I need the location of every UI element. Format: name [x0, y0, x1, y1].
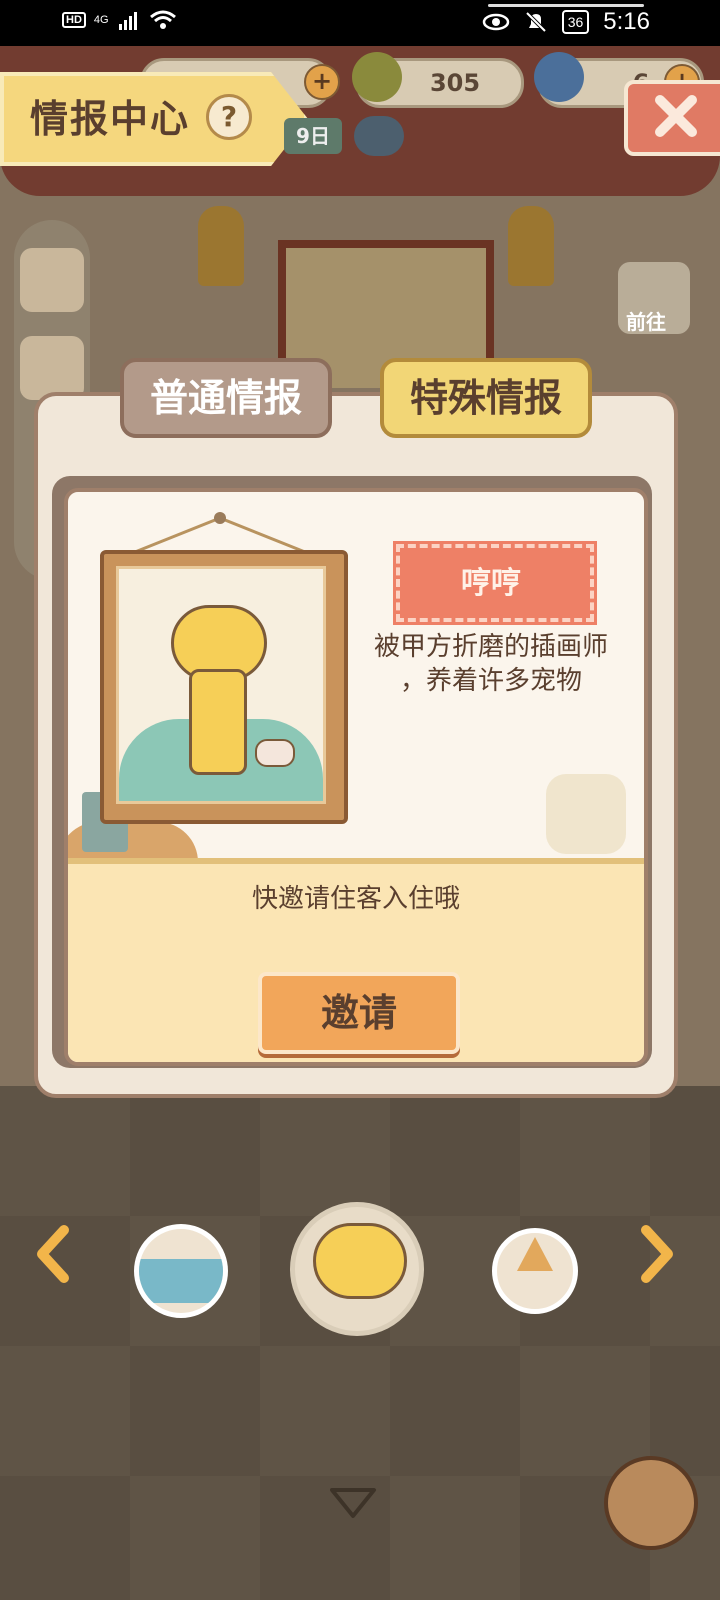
description-line-2: ，养着许多宠物: [399, 666, 582, 696]
date-badge: 9日: [284, 118, 342, 154]
signal-icon: [118, 12, 137, 30]
avatar-next-art: [517, 1237, 553, 1271]
weather-rain-icon: [354, 116, 404, 156]
tab-normal-info[interactable]: 普通情报: [120, 358, 332, 438]
next-arrow-icon[interactable]: [636, 1224, 676, 1284]
tab-special-info[interactable]: 特殊情报: [380, 358, 592, 438]
battery-indicator: 36: [561, 10, 590, 34]
yarn-ball-icon[interactable]: [604, 1456, 698, 1550]
character-portrait: [116, 566, 326, 804]
close-icon: [655, 95, 697, 137]
collapse-down-icon[interactable]: [328, 1486, 378, 1522]
avatar-prev[interactable]: [134, 1224, 228, 1318]
add-coins-button[interactable]: +: [304, 64, 340, 100]
wifi-icon: [149, 10, 176, 29]
clover-value: 305: [429, 69, 481, 97]
avatar-prev-art: [139, 1259, 223, 1303]
pet-pig-icon: [255, 739, 295, 767]
invite-prompt: 快邀请住客入住哦: [251, 884, 460, 914]
mute-bell-icon: [525, 11, 547, 33]
scroll-icon: [546, 774, 626, 854]
help-button[interactable]: ?: [206, 94, 252, 140]
invite-button[interactable]: 邀请: [258, 972, 460, 1054]
hd-indicator: HD: [62, 12, 86, 28]
description-line-1: 被甲方折磨的插画师: [373, 632, 608, 662]
fish-icon: [534, 52, 584, 102]
goto-button[interactable]: 前往: [618, 262, 690, 334]
avatar-next[interactable]: [492, 1228, 578, 1314]
eye-icon: [482, 13, 509, 31]
avatar-current-art: [313, 1223, 407, 1299]
notch-indicator: [488, 4, 644, 7]
nail-icon: [214, 512, 226, 524]
character-description: 被甲方折磨的插画师 ，养着许多宠物: [356, 630, 626, 698]
prev-arrow-icon[interactable]: [34, 1224, 74, 1284]
status-bar: HD 4G 36 5:16: [0, 0, 720, 46]
character-body: [189, 669, 247, 775]
network-label: 4G: [93, 14, 109, 26]
character-name: 哼哼: [461, 566, 521, 601]
date-text: 9日: [296, 124, 330, 148]
clover-icon: [352, 52, 402, 102]
clock: 5:16: [603, 8, 650, 35]
shop-icon[interactable]: [20, 336, 84, 400]
avatar-current[interactable]: [290, 1202, 424, 1336]
close-button[interactable]: [624, 80, 720, 156]
tv-icon[interactable]: [20, 248, 84, 312]
goto-label: 前往: [626, 310, 666, 334]
page-title: 情报中心: [30, 97, 191, 141]
